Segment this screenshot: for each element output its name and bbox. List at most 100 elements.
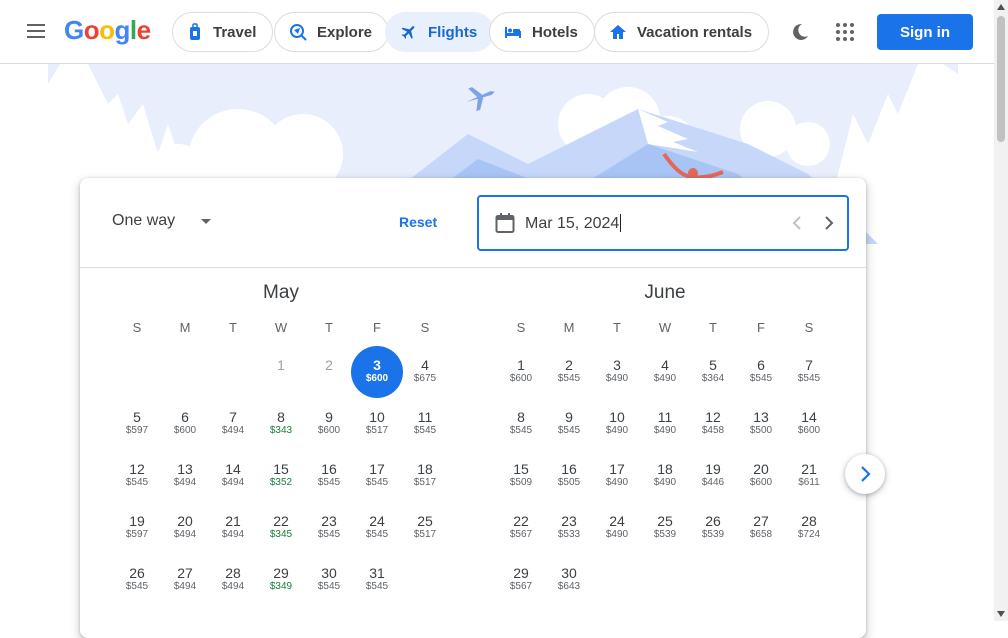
calendar-day[interactable]: 17 $545: [353, 450, 401, 502]
nav-chip-explore[interactable]: Explore: [274, 12, 390, 52]
dark-mode-icon[interactable]: [790, 22, 810, 42]
calendar-day[interactable]: 5 $364: [689, 346, 737, 398]
calendar-empty-cell: [161, 346, 209, 398]
logo-letter: o: [99, 15, 115, 45]
next-month-button[interactable]: [845, 454, 885, 494]
calendar-day[interactable]: 9 $600: [305, 398, 353, 450]
calendar-day[interactable]: 2 $545: [545, 346, 593, 398]
calendar-day[interactable]: 23 $545: [305, 502, 353, 554]
day-grid: 1 2 3 $600 4 $675 5 $597 6 $600 7 $494 8 $343 9 $600 10 $…: [113, 346, 449, 606]
calendar-day[interactable]: 24 $490: [593, 502, 641, 554]
calendar-day[interactable]: 22 $345: [257, 502, 305, 554]
calendar-day[interactable]: 4 $490: [641, 346, 689, 398]
calendar-day[interactable]: 19 $597: [113, 502, 161, 554]
calendar-day[interactable]: 10 $517: [353, 398, 401, 450]
nav-chip-label: Hotels: [532, 23, 578, 41]
calendar-day[interactable]: 1 $600: [497, 346, 545, 398]
calendar-day[interactable]: 4 $675: [401, 346, 449, 398]
page-scrollbar[interactable]: [994, 0, 1008, 621]
calendar-day[interactable]: 27 $494: [161, 554, 209, 606]
calendar-day[interactable]: 21 $611: [785, 450, 833, 502]
main-menu-button[interactable]: [24, 20, 48, 44]
calendar-day[interactable]: 22 $567: [497, 502, 545, 554]
calendar-day[interactable]: 14 $494: [209, 450, 257, 502]
day-price: $545: [557, 373, 581, 384]
day-number: 20: [177, 513, 193, 529]
calendar-day[interactable]: 10 $490: [593, 398, 641, 450]
calendar-day[interactable]: 29 $567: [497, 554, 545, 606]
google-apps-icon[interactable]: [836, 23, 854, 41]
calendar-day[interactable]: 9 $545: [545, 398, 593, 450]
calendar-day[interactable]: 20 $600: [737, 450, 785, 502]
calendar-day[interactable]: 24 $545: [353, 502, 401, 554]
google-logo[interactable]: Google: [64, 15, 151, 46]
calendar-day[interactable]: 13 $500: [737, 398, 785, 450]
day-price: $494: [221, 581, 245, 592]
day-price: $539: [701, 529, 725, 540]
calendar-day[interactable]: 15 $509: [497, 450, 545, 502]
calendar-day[interactable]: 11 $490: [641, 398, 689, 450]
calendar-day[interactable]: 6 $545: [737, 346, 785, 398]
nav-chip-label: Flights: [428, 23, 478, 41]
calendar-day[interactable]: 6 $600: [161, 398, 209, 450]
calendar-day[interactable]: 19 $446: [689, 450, 737, 502]
weekday-label: W: [274, 320, 288, 335]
calendar-day[interactable]: 12 $458: [689, 398, 737, 450]
day-number: 14: [801, 409, 817, 425]
calendar-day[interactable]: 18 $517: [401, 450, 449, 502]
nav-chip-flights[interactable]: Flights: [385, 12, 495, 52]
calendar-day-selected[interactable]: 3 $600: [351, 346, 403, 398]
calendar-day[interactable]: 29 $349: [257, 554, 305, 606]
calendar-day[interactable]: 31 $545: [353, 554, 401, 606]
calendar-day[interactable]: 25 $539: [641, 502, 689, 554]
day-price: $458: [701, 425, 725, 436]
day-number: 10: [609, 409, 625, 425]
calendar-day[interactable]: 28 $494: [209, 554, 257, 606]
calendar-month-may: May SMTWTFS 1 2 3 $600 4 $675 5 $597 6 $600 7 $494 8…: [113, 278, 449, 606]
calendar-day[interactable]: 12 $545: [113, 450, 161, 502]
nav-chip-hotels[interactable]: Hotels: [489, 12, 595, 52]
calendar-day[interactable]: 14 $600: [785, 398, 833, 450]
month-title: June: [644, 282, 686, 303]
calendar-day[interactable]: 5 $597: [113, 398, 161, 450]
day-number: 18: [417, 461, 433, 477]
calendar-day[interactable]: 30 $643: [545, 554, 593, 606]
weekday-label: T: [229, 320, 237, 335]
previous-date-chevron-icon[interactable]: [791, 215, 803, 231]
sign-in-button[interactable]: Sign in: [877, 14, 973, 50]
scroll-down-arrow-icon[interactable]: [997, 611, 1005, 617]
calendar-day[interactable]: 17 $490: [593, 450, 641, 502]
day-price: $517: [413, 477, 437, 488]
calendar-day[interactable]: 3 $490: [593, 346, 641, 398]
calendar-day[interactable]: 27 $658: [737, 502, 785, 554]
calendar-day[interactable]: 30 $545: [305, 554, 353, 606]
calendar-day[interactable]: 11 $545: [401, 398, 449, 450]
calendar-day[interactable]: 26 $545: [113, 554, 161, 606]
calendar-day[interactable]: 23 $533: [545, 502, 593, 554]
calendar-day[interactable]: 20 $494: [161, 502, 209, 554]
calendar-day[interactable]: 21 $494: [209, 502, 257, 554]
calendar-day[interactable]: 25 $517: [401, 502, 449, 554]
departure-date-input[interactable]: Mar 15, 2024: [477, 195, 849, 251]
nav-chip-travel[interactable]: Travel: [172, 12, 274, 52]
scrollbar-thumb[interactable]: [997, 16, 1005, 142]
calendar-day[interactable]: 7 $494: [209, 398, 257, 450]
calendar-day[interactable]: 26 $539: [689, 502, 737, 554]
calendar-day[interactable]: 13 $494: [161, 450, 209, 502]
weekday-label: F: [757, 320, 765, 335]
nav-chip-vacation-rentals[interactable]: Vacation rentals: [594, 12, 770, 52]
calendar-day[interactable]: 8 $343: [257, 398, 305, 450]
scroll-up-arrow-icon[interactable]: [997, 4, 1005, 10]
next-date-chevron-icon[interactable]: [823, 215, 835, 231]
calendar-day[interactable]: 8 $545: [497, 398, 545, 450]
calendar-day[interactable]: 15 $352: [257, 450, 305, 502]
day-number: 23: [561, 513, 577, 529]
trip-type-dropdown[interactable]: One way: [112, 212, 212, 230]
calendar-day[interactable]: 16 $505: [545, 450, 593, 502]
calendar-day[interactable]: 28 $724: [785, 502, 833, 554]
calendar-day[interactable]: 16 $545: [305, 450, 353, 502]
calendar-day[interactable]: 7 $545: [785, 346, 833, 398]
reset-button[interactable]: Reset: [399, 214, 437, 230]
calendar-day[interactable]: 18 $490: [641, 450, 689, 502]
date-picker-dialog: One way Reset Mar 15, 2024 May S M T W T F S 1…: [80, 178, 866, 638]
